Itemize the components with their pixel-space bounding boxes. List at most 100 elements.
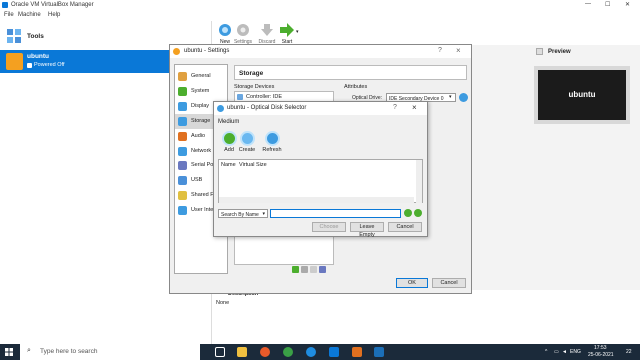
main-titlebar: Oracle VM VirtualBox Manager — ☐ ✕ [0, 0, 640, 10]
preview-header: Preview [534, 46, 640, 57]
refresh-icon [264, 131, 280, 146]
language-indicator[interactable]: ENG [570, 349, 581, 355]
choose-disk-icon[interactable] [459, 93, 468, 102]
edge-icon[interactable] [306, 347, 316, 357]
create-label: Create [238, 147, 256, 153]
choose-button[interactable]: Choose [312, 222, 346, 232]
menu-help[interactable]: Help [48, 12, 60, 18]
ubuntu-os-icon [6, 53, 23, 70]
settings-cancel-button[interactable]: Cancel [432, 278, 466, 288]
taskbar-search-box[interactable]: ⌕ Type here to search [20, 344, 200, 360]
selector-title: ubuntu - Optical Disk Selector [227, 105, 307, 111]
preview-collapse-icon[interactable] [536, 48, 543, 55]
vertical-scrollbar[interactable] [416, 160, 422, 203]
close-window-button[interactable]: ✕ [625, 1, 630, 8]
start-dropdown-icon[interactable]: ▾ [296, 29, 299, 35]
menu-machine[interactable]: Machine [18, 12, 41, 18]
search-input[interactable] [270, 209, 401, 218]
tray-chevron-icon[interactable]: ^ [545, 349, 547, 355]
preview-screen-text: ubuntu [568, 90, 596, 99]
preview-screen: ubuntu [534, 66, 630, 124]
powered-off-icon [27, 63, 32, 68]
tools-icon [6, 28, 22, 44]
preview-title: Preview [548, 49, 571, 55]
menu-file[interactable]: File [4, 12, 14, 18]
storage-section-header: Storage [234, 65, 467, 80]
search-icon: ⌕ [27, 347, 31, 354]
window-title: Oracle VM VirtualBox Manager [11, 2, 94, 8]
settings-help-button[interactable]: ? [438, 47, 442, 54]
category-label: System [191, 87, 210, 94]
add-attachment-icon[interactable] [301, 266, 308, 273]
gear-icon [237, 24, 249, 36]
chevron-down-icon: ▾ [262, 211, 265, 217]
chevron-down-icon: ▾ [449, 94, 452, 100]
leave-empty-button[interactable]: Leave Empty [350, 222, 384, 238]
store-icon[interactable] [329, 347, 339, 357]
attributes-label: Attributes [344, 84, 368, 90]
horizontal-scrollbar[interactable] [219, 197, 414, 203]
refresh-label: Refresh [262, 147, 282, 153]
settings-gear-icon [173, 48, 180, 55]
create-disk-icon [239, 131, 255, 146]
settings-category-system[interactable]: System [175, 84, 229, 99]
category-shared-folders-icon [178, 191, 187, 201]
task-view-icon[interactable] [215, 347, 225, 357]
category-serial-ports-icon [178, 161, 187, 171]
network-icon[interactable]: ▭ [554, 349, 559, 355]
app-icon[interactable] [352, 347, 362, 357]
remove-controller-icon[interactable] [319, 266, 326, 273]
settings-close-button[interactable]: × [456, 46, 461, 55]
storage-section-title: Storage [239, 70, 264, 77]
notification-count[interactable]: 22 [626, 349, 632, 355]
selector-cancel-button[interactable]: Cancel [388, 222, 422, 232]
start-arrow-icon [280, 23, 294, 37]
create-button[interactable]: Create [236, 131, 258, 157]
volume-icon[interactable]: ◄ [562, 349, 567, 355]
remove-attachment-icon[interactable] [310, 266, 317, 273]
firefox-icon[interactable] [260, 347, 270, 357]
ide-controller-icon [237, 94, 243, 100]
vm-state: Powered Off [34, 62, 65, 68]
windows-start-icon[interactable] [5, 348, 13, 356]
category-audio-icon [178, 131, 187, 141]
medium-table: Name Virtual Size [218, 159, 423, 203]
category-system-icon [178, 86, 187, 96]
description-value: None [216, 300, 230, 306]
category-storage-icon [178, 116, 187, 126]
clock-date[interactable]: 25-06-2021 [588, 352, 614, 358]
disk-icon [217, 105, 224, 112]
settings-title: ubuntu - Settings [184, 48, 230, 54]
selector-close-button[interactable]: × [412, 103, 417, 112]
settings-ok-button[interactable]: OK [396, 278, 428, 288]
vm-name: ubuntu [27, 53, 50, 60]
column-name[interactable]: Name [221, 162, 236, 168]
category-display-icon [178, 101, 187, 111]
column-virtual-size[interactable]: Virtual Size [239, 162, 267, 168]
refresh-button[interactable]: Refresh [261, 131, 283, 157]
clock-time[interactable]: 17:53 [594, 345, 607, 351]
search-previous-icon[interactable] [404, 209, 412, 217]
tools-label: Tools [27, 33, 44, 40]
settings-button[interactable]: Settings [230, 21, 256, 45]
windows-taskbar: ⌕ Type here to search ^ ▭ ◄ ENG 17:53 25… [0, 344, 640, 360]
storage-devices-label: Storage Devices [234, 84, 275, 90]
search-mode-select[interactable]: Search By Name ▾ [218, 209, 268, 218]
category-label: General [191, 73, 211, 79]
minimize-button[interactable]: — [585, 1, 591, 7]
selector-titlebar: ubuntu - Optical Disk Selector ? × [214, 102, 427, 115]
virtualbox-taskbar-icon[interactable] [374, 347, 384, 357]
controller-ide-item[interactable]: Controller: IDE [246, 94, 282, 100]
discard-arrow-icon [261, 24, 273, 36]
file-explorer-icon[interactable] [237, 347, 247, 357]
menu-bar: File Machine Help [0, 10, 640, 21]
settings-titlebar: ubuntu - Settings ? × [170, 45, 471, 58]
add-controller-icon[interactable] [292, 266, 299, 273]
maximize-button[interactable]: ☐ [605, 1, 610, 8]
settings-category-general[interactable]: General [175, 69, 229, 84]
chrome-icon[interactable] [283, 347, 293, 357]
selector-help-button[interactable]: ? [393, 104, 397, 111]
medium-label: Medium [218, 119, 240, 125]
category-user-interface-icon [178, 206, 187, 216]
search-next-icon[interactable] [414, 209, 422, 217]
